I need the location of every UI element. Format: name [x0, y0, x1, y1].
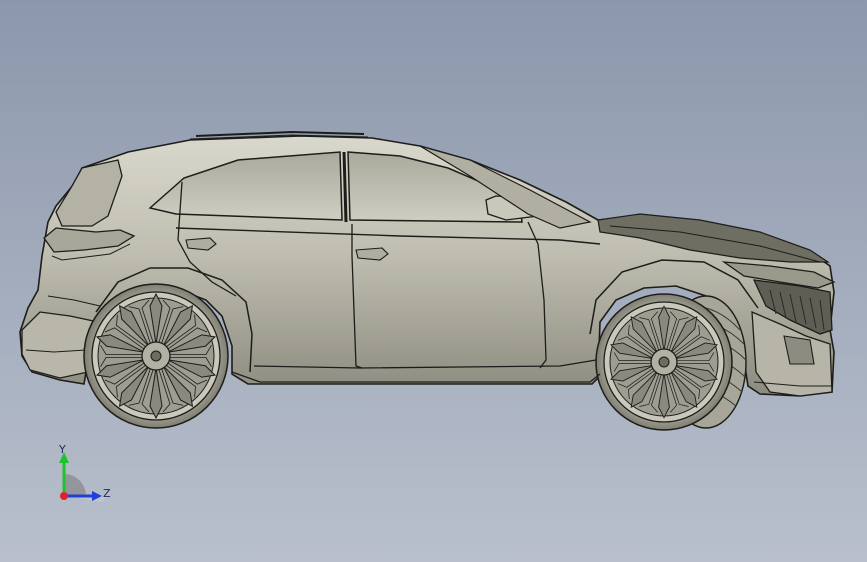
- car-3d-model[interactable]: [0, 0, 867, 562]
- front-door-handle: [355, 247, 389, 261]
- y-axis-label: Y: [59, 443, 66, 456]
- rear-wheel: [83, 283, 229, 429]
- z-axis-label: Z: [103, 487, 111, 500]
- graphics-viewport[interactable]: Y Z: [0, 0, 867, 562]
- front-wheel: [595, 293, 747, 431]
- coordinate-triad: Y Z: [48, 438, 118, 508]
